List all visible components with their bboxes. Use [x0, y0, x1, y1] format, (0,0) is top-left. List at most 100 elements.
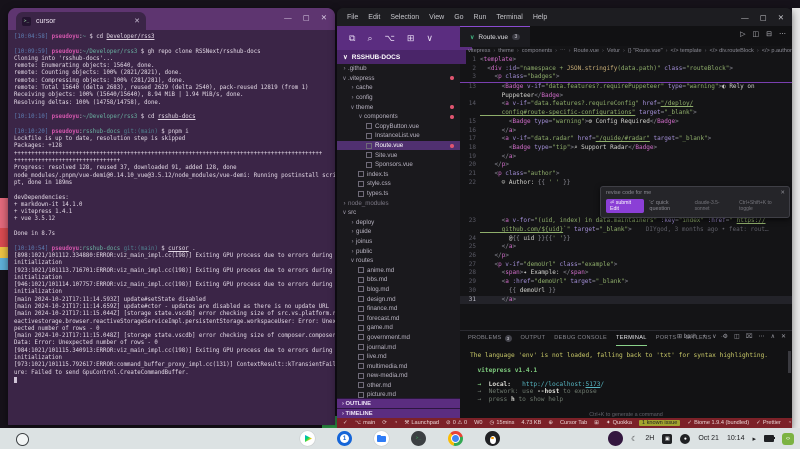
- tree-item-src[interactable]: ∨src: [337, 208, 460, 218]
- breadcrumb-item[interactable]: components: [522, 48, 552, 54]
- tree-item-deploy[interactable]: ›deploy: [337, 218, 460, 228]
- terminal-tab[interactable]: >_ cursor ✕: [16, 12, 146, 30]
- panel-tab-ports[interactable]: PORTS: [656, 331, 677, 345]
- code-line[interactable]: 23 <a v-for="(uid, index) in data.mainta…: [460, 217, 792, 226]
- status-item-grid-icon[interactable]: ⊞: [594, 420, 599, 426]
- breadcrumb-item[interactable]: {} "Route.vue": [628, 48, 663, 54]
- inline-chat-placeholder[interactable]: revise code for me: [606, 190, 651, 196]
- terminal-app-icon[interactable]: >_: [411, 431, 426, 446]
- code-line[interactable]: 20 </p>: [460, 161, 792, 170]
- status-item-attach-icon[interactable]: ⊕: [548, 420, 553, 426]
- menu-run[interactable]: Run: [474, 14, 487, 21]
- breadcrumb-item[interactable]: Route.vue: [574, 48, 600, 54]
- tray-date[interactable]: Oct 21: [698, 435, 719, 442]
- close-button[interactable]: ✕: [778, 13, 784, 22]
- tree-item-design.md[interactable]: design.md: [337, 294, 460, 304]
- panel-control-icon[interactable]: ⋯: [759, 333, 765, 340]
- files-app-icon[interactable]: [374, 431, 389, 446]
- breadcrumb-item[interactable]: vitepress: [468, 48, 490, 54]
- status-item-prettier[interactable]: ✓Prettier: [756, 420, 781, 426]
- tree-item-joinus[interactable]: ›joinus: [337, 237, 460, 247]
- terminal-output[interactable]: [10:04:58] pseudoyu:~ $ cd Developer/rss…: [8, 30, 335, 425]
- tree-item-game.md[interactable]: game.md: [337, 323, 460, 333]
- code-line[interactable]: 17 <a v-if="data.radar" href="/guide/#ra…: [460, 135, 792, 144]
- code-line[interactable]: 29 <a :href="demoUrl" target="_blank">: [460, 278, 792, 287]
- code-line[interactable]: 19 </a>: [460, 153, 792, 162]
- breadcrumb-item[interactable]: </> template: [670, 48, 701, 54]
- editor-tab-route-vue[interactable]: ∨ Route.vue 3: [460, 26, 530, 47]
- code-line[interactable]: 26 </p>: [460, 252, 792, 261]
- tab-close-icon[interactable]: ✕: [134, 17, 140, 25]
- status-item-alert-icon[interactable]: ◔: [394, 420, 397, 426]
- shell-selector[interactable]: ⊞ bash: [677, 333, 697, 340]
- chevron-down-icon[interactable]: ∨: [426, 33, 433, 44]
- tree-item-InstanceList.vue[interactable]: InstanceList.vue: [337, 131, 460, 141]
- panel-control-icon[interactable]: ✕: [781, 333, 786, 340]
- status-item-w-counter[interactable]: W0: [474, 420, 482, 426]
- panel-control-icon[interactable]: ⌧: [746, 333, 753, 340]
- status-item-cursor-tab[interactable]: Cursor Tab: [560, 420, 587, 426]
- menu-terminal[interactable]: Terminal: [496, 14, 522, 21]
- panel-scrollbar[interactable]: [788, 351, 791, 373]
- code-line[interactable]: 30 {{ demoUrl }}: [460, 287, 792, 296]
- tree-item-.github[interactable]: ›.github: [337, 64, 460, 74]
- close-button[interactable]: ✕: [321, 13, 327, 22]
- editor-action-icon[interactable]: ▷: [740, 30, 745, 38]
- tree-item-cache[interactable]: ›cache: [337, 83, 460, 93]
- menu-file[interactable]: File: [347, 14, 358, 21]
- status-item-problems-summary[interactable]: ⊘0 ⚠ 0: [446, 420, 467, 426]
- status-item-known-issue[interactable]: 1 known issue: [639, 420, 680, 426]
- code-line[interactable]: 13 <Badge v-if="data.features?.requirePu…: [460, 82, 792, 92]
- code-line[interactable]: 28 <span>✦ Example: </span>: [460, 269, 792, 278]
- cursor-inline-chat[interactable]: revise code for me ✕ ⏎ submit Edit 'c' q…: [600, 186, 790, 218]
- status-tray[interactable]: ☾ 2H ▣ ● Oct 21 10:14 ▸ ‹›: [608, 430, 794, 447]
- menu-help[interactable]: Help: [533, 14, 547, 21]
- tree-item-journal.md[interactable]: journal.md: [337, 342, 460, 352]
- tree-item-Route.vue[interactable]: Route.vue: [337, 141, 460, 151]
- tree-item-Site.vue[interactable]: Site.vue: [337, 150, 460, 160]
- code-line[interactable]: 31 </a>: [460, 296, 792, 305]
- tree-item-multimedia.md[interactable]: multimedia.md: [337, 361, 460, 371]
- input-method-badge[interactable]: ‹›: [782, 433, 794, 445]
- status-item-bell-icon[interactable]: ◔: [788, 420, 791, 426]
- status-item-sync-icon[interactable]: ⟳: [382, 420, 387, 426]
- tray-time[interactable]: 10:14: [727, 435, 745, 442]
- code-line[interactable]: github.com/${uid}`" target="_blank">DIYg…: [460, 226, 792, 235]
- panel-control-icon[interactable]: ⚙: [723, 333, 728, 340]
- close-icon[interactable]: ✕: [780, 190, 785, 196]
- tree-item-new-media.md[interactable]: new-media.md: [337, 371, 460, 381]
- panel-tab-output[interactable]: OUTPUT: [521, 331, 546, 345]
- breadcrumb-item[interactable]: </> div.routeBlock: [709, 48, 753, 54]
- panel-control-icon[interactable]: ∧: [771, 333, 775, 340]
- breadcrumb-item[interactable]: Vetur: [607, 48, 620, 54]
- tree-item-index.ts[interactable]: index.ts: [337, 170, 460, 180]
- status-item-git-branch[interactable]: ⌥main: [355, 420, 376, 426]
- code-line[interactable]: 16 </a>: [460, 127, 792, 136]
- minimize-button[interactable]: —: [741, 13, 749, 22]
- tree-item-routes[interactable]: ∨routes: [337, 256, 460, 266]
- panel-control-icon[interactable]: ◫: [734, 333, 740, 340]
- code-line[interactable]: 2 <div :id="namespace + JSON.stringify(d…: [460, 65, 792, 74]
- tree-item-blog.md[interactable]: blog.md: [337, 285, 460, 295]
- tree-item-picture.md[interactable]: picture.md: [337, 390, 460, 398]
- panel-tab-problems[interactable]: PROBLEMS3: [468, 331, 512, 345]
- tree-item-types.ts[interactable]: types.ts: [337, 189, 460, 199]
- model-selector[interactable]: claude-3.5-sonnet: [695, 200, 734, 212]
- launcher-button[interactable]: [16, 433, 29, 446]
- files-icon[interactable]: ⧉: [349, 33, 355, 44]
- capture-mode-icon[interactable]: ▣: [662, 434, 672, 444]
- menu-view[interactable]: View: [429, 14, 444, 21]
- code-line[interactable]: 25 </a>: [460, 243, 792, 252]
- tree-item-config[interactable]: ›config: [337, 93, 460, 103]
- code-line[interactable]: 18 <Badge type="tip">⌕ Support Radar</Ba…: [460, 144, 792, 153]
- tree-item-Sponsors.vue[interactable]: Sponsors.vue: [337, 160, 460, 170]
- breadcrumb-item[interactable]: </> p.author: [762, 48, 792, 54]
- submit-edit-button[interactable]: ⏎ submit Edit: [606, 199, 644, 213]
- code-line[interactable]: 14 <a v-if="data.features?.requireConfig…: [460, 100, 792, 109]
- tree-item-forecast.md[interactable]: forecast.md: [337, 313, 460, 323]
- editor-action-icon[interactable]: ⋯: [779, 30, 786, 38]
- google-play-icon[interactable]: [300, 431, 315, 446]
- notification-counter-icon[interactable]: ●: [680, 434, 690, 444]
- editor-action-icon[interactable]: ◫: [753, 30, 760, 38]
- maximize-button[interactable]: ▢: [303, 13, 310, 22]
